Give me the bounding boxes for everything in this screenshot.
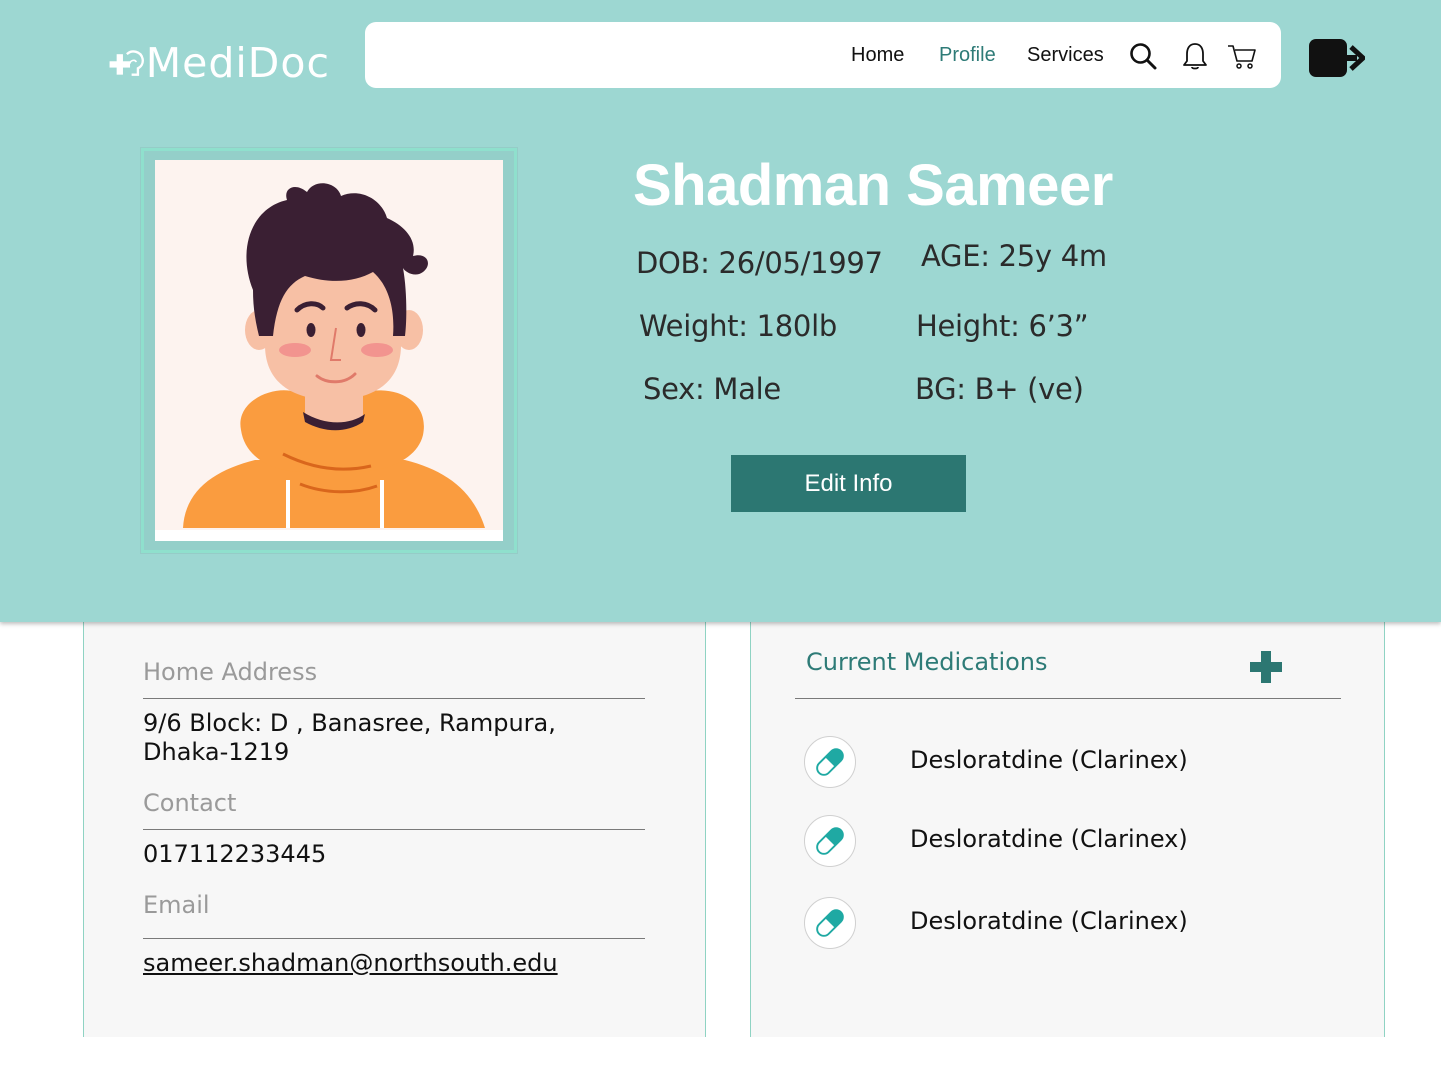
profile-header: MediDoc Home Profile Services Shadman Sa…: [0, 0, 1441, 622]
pill-icon: [804, 897, 856, 949]
logo-icon: [109, 50, 144, 76]
medications-title: Current Medications: [806, 648, 1048, 676]
profile-name: Shadman Sameer: [633, 153, 1113, 218]
plus-icon[interactable]: [1248, 649, 1284, 685]
list-item[interactable]: Desloratdine (Clarinex): [804, 897, 1304, 949]
address-label: Home Address: [143, 658, 318, 686]
medication-name: Desloratdine (Clarinex): [910, 907, 1188, 935]
address-line-1: 9/6 Block: D , Banasree, Rampura,: [143, 709, 556, 737]
weight-text: Weight: 180lb: [639, 309, 837, 343]
divider: [143, 698, 645, 699]
avatar-illustration: [155, 160, 503, 530]
contact-label: Contact: [143, 789, 237, 817]
divider: [143, 829, 645, 830]
profile-photo-frame: [141, 148, 517, 553]
email-link[interactable]: sameer.shadman@northsouth.edu: [143, 949, 558, 978]
nav-services[interactable]: Services: [1027, 44, 1104, 67]
dob-text: DOB: 26/05/1997: [636, 246, 883, 280]
cart-icon[interactable]: [1227, 41, 1257, 71]
logo[interactable]: MediDoc: [108, 38, 330, 94]
divider: [143, 938, 645, 939]
medication-name: Desloratdine (Clarinex): [910, 825, 1188, 853]
search-icon[interactable]: [1128, 41, 1158, 71]
list-item[interactable]: Desloratdine (Clarinex): [804, 815, 1304, 867]
top-nav: Home Profile Services: [365, 22, 1281, 88]
nav-home[interactable]: Home: [851, 44, 904, 67]
bell-icon[interactable]: [1180, 41, 1210, 71]
blood-group-text: BG: B+ (ve): [915, 372, 1084, 406]
logout-icon[interactable]: [1307, 36, 1365, 80]
address-line-2: Dhaka-1219: [143, 738, 290, 766]
pill-icon: [804, 736, 856, 788]
list-item[interactable]: Desloratdine (Clarinex): [804, 736, 1304, 788]
contact-card: Home Address 9/6 Block: D , Banasree, Ra…: [83, 622, 706, 1037]
pill-icon: [804, 815, 856, 867]
nav-profile[interactable]: Profile: [939, 44, 996, 67]
medications-card: Current Medications Desloratdine (Clarin…: [750, 622, 1385, 1037]
edit-info-button[interactable]: Edit Info: [731, 455, 966, 512]
email-label: Email: [143, 891, 210, 919]
height-text: Height: 6’3”: [916, 309, 1089, 343]
sex-text: Sex: Male: [643, 372, 781, 406]
contact-value: 017112233445: [143, 840, 327, 868]
logo-text: MediDoc: [145, 39, 330, 87]
medication-name: Desloratdine (Clarinex): [910, 746, 1188, 774]
avatar: [155, 160, 503, 541]
age-text: AGE: 25y 4m: [921, 239, 1107, 273]
divider: [795, 698, 1341, 699]
